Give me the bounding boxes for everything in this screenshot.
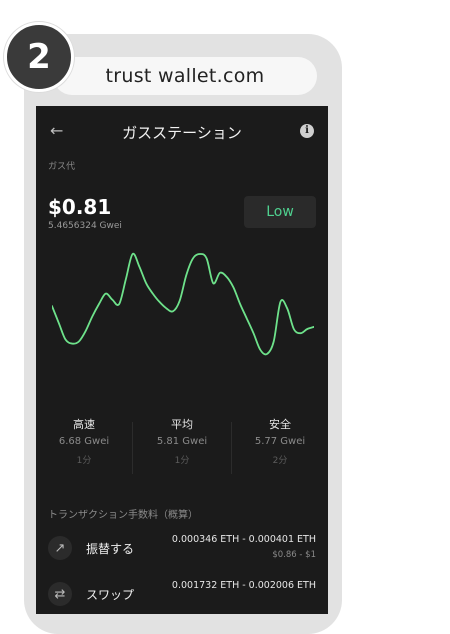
arrow-up-right-icon: ↗ [48, 536, 72, 560]
speed-options: 高速 6.68 Gwei 1分 平均 5.81 Gwei 1分 安全 5.77 … [36, 416, 328, 476]
fee-row-swap[interactable]: ⇄ スワップ 0.001732 ETH - 0.002006 ETH [36, 576, 328, 614]
swap-icon: ⇄ [48, 582, 72, 606]
fee-row-eth: 0.001732 ETH - 0.002006 ETH [171, 580, 316, 591]
step-number-badge: 2 [4, 22, 74, 92]
fee-row-label: 振替する [86, 542, 135, 556]
fee-row-transfer[interactable]: ↗ 振替する 0.000346 ETH - 0.000401 ETH $0.86… [36, 530, 328, 574]
fee-row-label: スワップ [86, 588, 135, 602]
speed-average-gwei: 5.81 Gwei [156, 436, 208, 447]
speed-average[interactable]: 平均 5.81 Gwei 1分 [134, 416, 230, 466]
browser-url-bar[interactable]: trust wallet.com [53, 57, 317, 95]
app-screen: ← ガスステーション i ガス代 $0.81 5.4656324 Gwei Lo… [36, 106, 328, 614]
speed-safe-gwei: 5.77 Gwei [254, 436, 306, 447]
speed-average-label: 平均 [171, 418, 193, 431]
gas-status-badge: Low [244, 196, 316, 228]
fee-row-usd: $0.86 - $1 [272, 550, 316, 560]
speed-safe-label: 安全 [269, 418, 291, 431]
nav-bar: ← ガスステーション i [36, 106, 328, 156]
gas-fee-label: ガス代 [48, 162, 76, 172]
gas-price-chart [52, 252, 314, 356]
speed-fast-label: 高速 [73, 418, 95, 431]
speed-average-time: 1分 [174, 456, 190, 466]
divider [132, 422, 133, 474]
speed-fast[interactable]: 高速 6.68 Gwei 1分 [36, 416, 132, 466]
fee-row-eth: 0.000346 ETH - 0.000401 ETH [171, 534, 316, 545]
page-title: ガスステーション [122, 124, 242, 142]
speed-safe[interactable]: 安全 5.77 Gwei 2分 [232, 416, 328, 466]
info-icon[interactable]: i [300, 124, 314, 138]
transaction-fees-header: トランザクション手数料（概算） [48, 510, 198, 521]
url-text: trust wallet.com [105, 65, 265, 87]
speed-safe-time: 2分 [272, 456, 288, 466]
gas-gwei: 5.4656324 Gwei [48, 221, 122, 231]
gas-price: $0.81 [48, 195, 112, 219]
speed-fast-gwei: 6.68 Gwei [58, 436, 110, 447]
speed-fast-time: 1分 [76, 456, 92, 466]
gas-price-line [52, 252, 314, 356]
